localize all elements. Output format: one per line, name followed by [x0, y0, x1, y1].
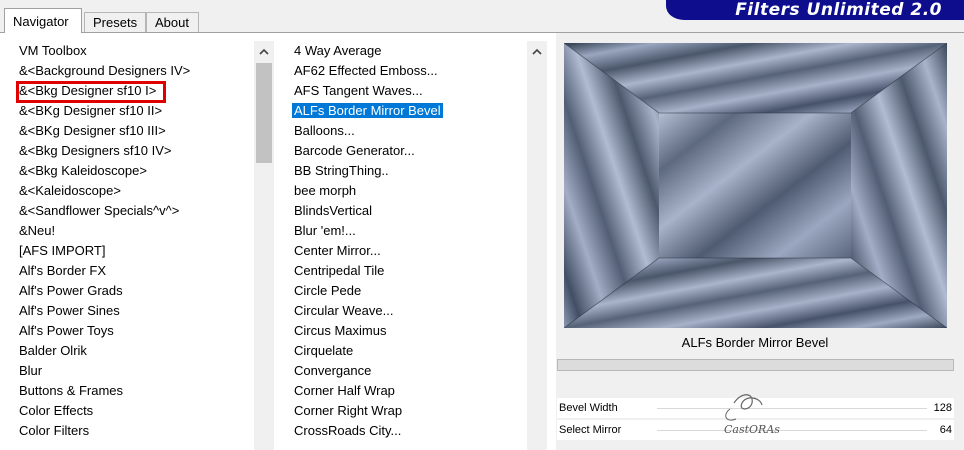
param-value: 64 [939, 424, 952, 436]
filter-list[interactable]: 4 Way Average AF62 Effected Emboss... AF… [292, 41, 524, 441]
list-item[interactable]: Centripedal Tile [292, 261, 524, 281]
list-item-label: Circle Pede [294, 283, 362, 298]
list-item[interactable]: Buttons & Frames [17, 381, 253, 401]
preview-panel: ALFs Border Mirror Bevel Bevel Width 128… [556, 33, 964, 450]
brand-banner: Filters Unlimited 2.0 [666, 0, 964, 20]
separator-bar [557, 359, 954, 371]
list-item-label: CrossRoads City... [294, 423, 402, 438]
list-item[interactable]: &<Bkg Kaleidoscope> [17, 161, 253, 181]
filter-scrollbar[interactable] [527, 41, 547, 450]
tab-about[interactable]: About [146, 12, 199, 32]
list-item-label: Balloons... [294, 123, 355, 138]
list-item[interactable]: &<Bkg Designers sf10 IV> [17, 141, 253, 161]
list-item[interactable]: Convergance [292, 361, 524, 381]
list-item[interactable]: &<BKg Designer sf10 II> [17, 101, 253, 121]
list-item-label: Corner Half Wrap [294, 383, 395, 398]
chevron-up-icon[interactable] [527, 41, 547, 61]
param-label: Select Mirror [559, 424, 622, 436]
list-item-label: Barcode Generator... [294, 143, 415, 158]
list-item[interactable]: VM Toolbox [17, 41, 253, 61]
list-item[interactable]: Corner Half Wrap [292, 381, 524, 401]
list-item[interactable]: CrossRoads City... [292, 421, 524, 441]
list-item[interactable]: Balloons... [292, 121, 524, 141]
param-label: Bevel Width [559, 402, 618, 414]
tab-navigator[interactable]: Navigator [4, 8, 82, 33]
list-item[interactable]: Alf's Power Grads [17, 281, 253, 301]
list-item[interactable]: Circle Pede [292, 281, 524, 301]
chevron-up-icon[interactable] [254, 41, 274, 61]
list-item[interactable]: &<BKg Designer sf10 III> [17, 121, 253, 141]
preview-image [564, 43, 947, 328]
scrollbar-thumb[interactable] [256, 63, 272, 163]
list-item-label: Corner Right Wrap [294, 403, 403, 418]
filter-name-label: ALFs Border Mirror Bevel [681, 335, 829, 350]
list-item-label: 4 Way Average [294, 43, 382, 58]
list-item[interactable]: [AFS IMPORT] [17, 241, 253, 261]
list-item-label: AF62 Effected Emboss... [294, 63, 438, 78]
list-item-label: Centripedal Tile [294, 263, 385, 278]
list-item-label: Convergance [294, 363, 372, 378]
list-item[interactable]: 4 Way Average [292, 41, 524, 61]
list-item-label: bee morph [294, 183, 357, 198]
navigator-panel: VM Toolbox &<Background Designers IV> &<… [0, 33, 964, 450]
list-item-label: Center Mirror... [294, 243, 381, 258]
list-item[interactable]: &<Background Designers IV> [17, 61, 253, 81]
list-item[interactable]: Color Filters [17, 421, 253, 441]
list-item[interactable]: &<Kaleidoscope> [17, 181, 253, 201]
list-item[interactable]: Circus Maximus [292, 321, 524, 341]
list-item[interactable]: &Neu! [17, 221, 253, 241]
list-item-label: Circular Weave... [294, 303, 394, 318]
list-item[interactable]: AFS Tangent Waves... [292, 81, 524, 101]
list-item[interactable]: Blur [17, 361, 253, 381]
list-item[interactable]: bee morph [292, 181, 524, 201]
tab-presets[interactable]: Presets [84, 12, 146, 32]
category-list[interactable]: VM Toolbox &<Background Designers IV> &<… [17, 41, 253, 441]
list-item[interactable]: &<Sandflower Specials^v^> [17, 201, 253, 221]
param-value: 128 [933, 402, 952, 414]
list-item-label: BB StringThing.. [294, 163, 389, 178]
list-item[interactable]: Center Mirror... [292, 241, 524, 261]
list-item[interactable]: Alf's Power Toys [17, 321, 253, 341]
list-item[interactable]: BlindsVertical [292, 201, 524, 221]
svg-text:CastORAs: CastORAs [724, 423, 780, 436]
list-item[interactable]: Alf's Power Sines [17, 301, 253, 321]
list-item[interactable]: Cirquelate [292, 341, 524, 361]
list-item-label: AFS Tangent Waves... [294, 83, 423, 98]
list-item[interactable]: Balder Olrik [17, 341, 253, 361]
list-item[interactable]: BB StringThing.. [292, 161, 524, 181]
list-item[interactable]: Color Effects [17, 401, 253, 421]
list-item[interactable]: AF62 Effected Emboss... [292, 61, 524, 81]
list-item-label: ALFs Border Mirror Bevel [292, 103, 443, 118]
list-item[interactable]: Corner Right Wrap [292, 401, 524, 421]
list-item-label: BlindsVertical [294, 203, 373, 218]
list-item[interactable]: &<Bkg Designer sf10 I> [17, 81, 253, 101]
list-item[interactable]: Circular Weave... [292, 301, 524, 321]
list-item-selected[interactable]: ALFs Border Mirror Bevel [292, 101, 524, 121]
watermark-signature: CastORAs [724, 394, 780, 436]
tab-bar: Presets About Navigator Filters Unlimite… [0, 0, 964, 33]
category-scrollbar[interactable] [254, 41, 274, 450]
list-item-label: Cirquelate [294, 343, 354, 358]
list-item[interactable]: Alf's Border FX [17, 261, 253, 281]
list-item[interactable]: Blur 'em!... [292, 221, 524, 241]
list-item-label: Blur 'em!... [294, 223, 356, 238]
list-item[interactable]: Barcode Generator... [292, 141, 524, 161]
list-item-label: Circus Maximus [294, 323, 387, 338]
